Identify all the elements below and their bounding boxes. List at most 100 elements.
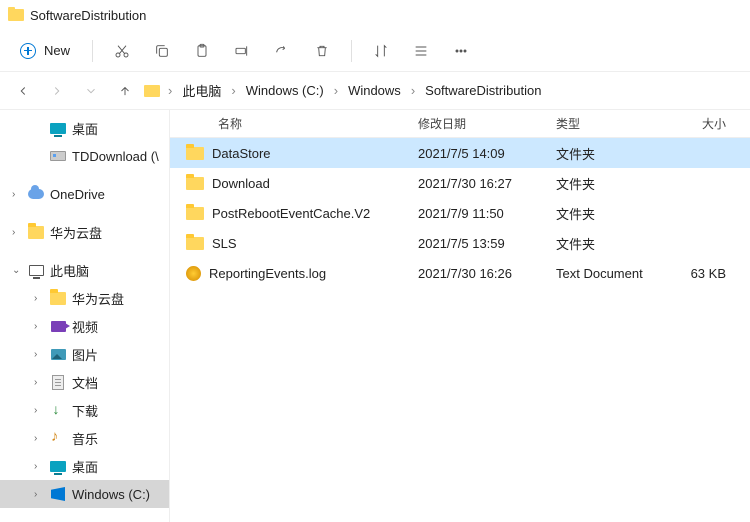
sidebar-item-label: 音乐 (72, 429, 98, 448)
breadcrumb-segment[interactable]: Windows (C:) (240, 80, 330, 101)
file-name: DataStore (212, 146, 271, 161)
sidebar-item[interactable]: ›华为云盘 (0, 284, 169, 312)
title-bar: SoftwareDistribution (0, 0, 750, 30)
forward-button[interactable] (42, 77, 72, 105)
separator (92, 40, 93, 62)
file-list: DataStore2021/7/5 14:09文件夹Download2021/7… (170, 138, 750, 288)
expand-icon[interactable]: › (12, 227, 22, 238)
desktop-icon (50, 120, 66, 136)
win-icon (50, 486, 66, 502)
nav-bar: › 此电脑›Windows (C:)›Windows›SoftwareDistr… (0, 72, 750, 110)
sidebar-item-label: 华为云盘 (50, 223, 102, 242)
file-date: 2021/7/9 11:50 (418, 206, 556, 221)
expand-icon[interactable]: › (34, 461, 44, 472)
sidebar-item[interactable]: › 视频 (0, 312, 169, 340)
copy-button[interactable] (145, 36, 179, 66)
back-button[interactable] (8, 77, 38, 105)
rename-button[interactable] (225, 36, 259, 66)
breadcrumb-segment[interactable]: SoftwareDistribution (419, 80, 547, 101)
file-row[interactable]: SLS2021/7/5 13:59文件夹 (170, 228, 750, 258)
separator (351, 40, 352, 62)
recent-dropdown[interactable] (76, 77, 106, 105)
file-row[interactable]: Download2021/7/30 16:27文件夹 (170, 168, 750, 198)
sidebar-item-label: Windows (C:) (72, 487, 150, 502)
music-icon (50, 430, 66, 446)
sidebar-item[interactable]: › 下载 (0, 396, 169, 424)
chevron-right-icon: › (229, 83, 237, 98)
expand-icon[interactable]: › (34, 321, 44, 332)
file-type: 文件夹 (556, 204, 686, 223)
folder-icon (186, 207, 204, 220)
sidebar-item-label: 视频 (72, 317, 98, 336)
sidebar-item-label: 下载 (72, 401, 98, 420)
expand-icon[interactable]: ⌄ (12, 265, 22, 276)
sidebar-item[interactable]: ⌄ 此电脑 (0, 256, 169, 284)
sidebar[interactable]: 桌面TDDownload (\›OneDrive›华为云盘⌄此电脑›华为云盘›视… (0, 110, 170, 522)
plus-icon (20, 43, 36, 59)
sidebar-item[interactable]: ›图片 (0, 340, 169, 368)
expand-icon[interactable]: › (34, 405, 44, 416)
view-button[interactable] (404, 36, 438, 66)
new-button-label: New (44, 43, 70, 58)
file-type: 文件夹 (556, 234, 686, 253)
desktop-icon (50, 458, 66, 474)
file-type: 文件夹 (556, 174, 686, 193)
chevron-right-icon: › (409, 83, 417, 98)
file-date: 2021/7/5 13:59 (418, 236, 556, 251)
sidebar-item[interactable]: TDDownload (\ (0, 142, 169, 170)
share-button[interactable] (265, 36, 299, 66)
sidebar-item-label: OneDrive (50, 187, 105, 202)
file-name: PostRebootEventCache.V2 (212, 206, 370, 221)
more-button[interactable] (444, 36, 478, 66)
sidebar-item-label: 桌面 (72, 119, 98, 138)
expand-icon[interactable]: › (12, 189, 22, 200)
sidebar-item[interactable]: › 华为云盘 (0, 218, 169, 246)
sidebar-item[interactable]: 桌面 (0, 114, 169, 142)
folder-icon (186, 237, 204, 250)
file-row[interactable]: PostRebootEventCache.V2 2021/7/9 11:50文件夹 (170, 198, 750, 228)
sidebar-item-label: 文档 (72, 373, 98, 392)
pic-icon (50, 346, 66, 362)
folder-icon (186, 147, 204, 160)
sidebar-item[interactable]: › 音乐 (0, 424, 169, 452)
expand-icon[interactable]: › (34, 377, 44, 388)
file-row[interactable]: ReportingEvents.log2021/7/30 16:26Text D… (170, 258, 750, 288)
paste-button[interactable] (185, 36, 219, 66)
expand-icon[interactable]: › (34, 489, 44, 500)
file-name: ReportingEvents.log (209, 266, 326, 281)
sort-button[interactable] (364, 36, 398, 66)
sidebar-item[interactable]: › Windows (C:) (0, 480, 169, 508)
cut-button[interactable] (105, 36, 139, 66)
sidebar-item[interactable]: ›桌面 (0, 452, 169, 480)
new-button[interactable]: New (10, 39, 80, 63)
doc-icon (50, 374, 66, 390)
video-icon (50, 318, 66, 334)
column-header-size[interactable]: 大小 (686, 115, 750, 132)
sidebar-item[interactable]: › OneDrive (0, 180, 169, 208)
chevron-right-icon: › (332, 83, 340, 98)
log-icon (186, 266, 201, 281)
column-header-name[interactable]: 名称 (170, 115, 418, 132)
expand-icon[interactable]: › (34, 433, 44, 444)
file-size: 63 KB (686, 266, 750, 281)
sidebar-item-label: 此电脑 (50, 261, 89, 280)
expand-icon[interactable]: › (34, 349, 44, 360)
file-type: 文件夹 (556, 144, 686, 163)
expand-icon[interactable]: › (34, 293, 44, 304)
breadcrumb[interactable]: › 此电脑›Windows (C:)›Windows›SoftwareDistr… (144, 78, 547, 103)
file-row[interactable]: DataStore2021/7/5 14:09文件夹 (170, 138, 750, 168)
folder-icon (186, 177, 204, 190)
cloud-icon (28, 186, 44, 202)
sidebar-item[interactable]: › 文档 (0, 368, 169, 396)
folder-icon (50, 290, 66, 306)
column-header-type[interactable]: 类型 (556, 115, 686, 132)
up-button[interactable] (110, 77, 140, 105)
breadcrumb-segment[interactable]: 此电脑 (176, 78, 227, 103)
column-header-row: 名称 修改日期 类型 大小 (170, 110, 750, 138)
delete-button[interactable] (305, 36, 339, 66)
breadcrumb-segment[interactable]: Windows (342, 80, 407, 101)
column-header-date[interactable]: 修改日期 (418, 115, 556, 132)
chevron-right-icon: › (166, 83, 174, 98)
content-pane: 名称 修改日期 类型 大小 DataStore2021/7/5 14:09文件夹… (170, 110, 750, 522)
toolbar: New (0, 30, 750, 72)
